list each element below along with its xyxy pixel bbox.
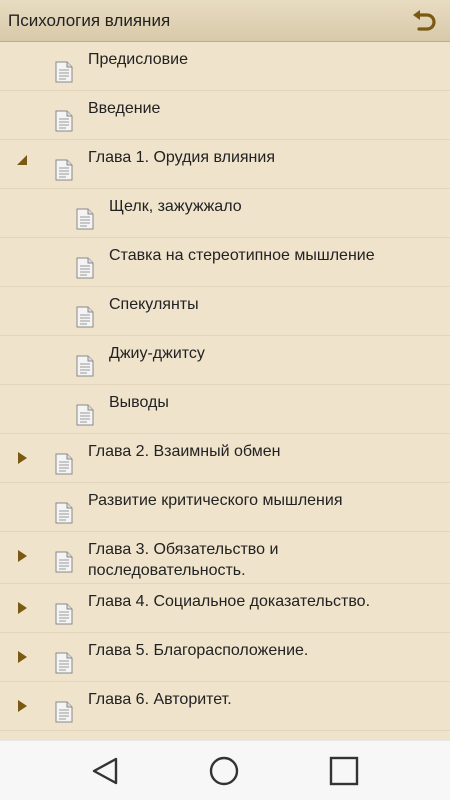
system-nav-bar xyxy=(0,740,450,800)
document-icon xyxy=(55,61,73,83)
list-item[interactable]: Щелк, зажужжало xyxy=(0,189,450,238)
document-icon xyxy=(55,551,73,573)
collapsed-triangle-icon[interactable] xyxy=(15,549,29,563)
document-icon xyxy=(55,159,73,181)
document-icon xyxy=(55,701,73,723)
nav-back-button[interactable] xyxy=(88,753,124,789)
collapsed-triangle-icon[interactable] xyxy=(15,601,29,615)
table-of-contents: Предисловие Введение Глава 1. Орудия влиян… xyxy=(0,42,450,740)
list-item-label: Глава 5. Благорасположение. xyxy=(88,642,309,659)
back-button[interactable] xyxy=(410,7,440,35)
app-title: Психология влияния xyxy=(8,11,171,30)
nav-recents-button[interactable] xyxy=(326,753,362,789)
list-item[interactable]: Глава 1. Орудия влияния xyxy=(0,140,450,189)
expanded-triangle-icon[interactable] xyxy=(15,153,29,167)
list-item-label: Глава 1. Орудия влияния xyxy=(88,149,275,166)
document-icon xyxy=(55,502,73,524)
list-item-label: Глава 3. Обязательство и последовательно… xyxy=(88,541,279,579)
list-item[interactable]: Ставка на стереотипное мышление xyxy=(0,238,450,287)
nav-home-icon xyxy=(209,756,239,786)
document-icon xyxy=(55,652,73,674)
collapsed-triangle-icon[interactable] xyxy=(15,451,29,465)
list-item-label: Глава 2. Взаимный обмен xyxy=(88,443,281,460)
list-item-label: Предисловие xyxy=(88,51,188,68)
back-arrow-icon xyxy=(413,10,436,31)
list-item[interactable]: Джиу-джитсу xyxy=(0,336,450,385)
document-icon xyxy=(76,208,94,230)
document-icon xyxy=(55,453,73,475)
document-icon xyxy=(76,257,94,279)
toolbar: Психология влияния xyxy=(0,0,450,42)
list-item-label: Выводы xyxy=(109,394,169,411)
list-item-label: Ставка на стереотипное мышление xyxy=(109,247,375,264)
list-item-label: Глава 6. Авторитет. xyxy=(88,691,232,708)
document-icon xyxy=(76,404,94,426)
document-icon xyxy=(55,603,73,625)
list-item[interactable]: Глава 5. Благорасположение. xyxy=(0,633,450,682)
nav-recents-icon xyxy=(329,756,359,786)
list-item[interactable]: Выводы xyxy=(0,385,450,434)
list-item[interactable]: Спекулянты xyxy=(0,287,450,336)
list-item-label: Спекулянты xyxy=(109,296,199,313)
nav-back-icon xyxy=(92,757,118,785)
list-item[interactable]: Глава 4. Социальное доказательство. xyxy=(0,584,450,633)
list-item-label: Введение xyxy=(88,100,161,117)
list-item-label: Джиу-джитсу xyxy=(109,345,205,362)
list-item[interactable]: Глава 2. Взаимный обмен xyxy=(0,434,450,483)
list-item-label: Развитие критического мышления xyxy=(88,492,343,509)
list-item-label: Глава 4. Социальное доказательство. xyxy=(88,593,371,610)
document-icon xyxy=(76,355,94,377)
list-item-label: Щелк, зажужжало xyxy=(109,198,242,215)
collapsed-triangle-icon[interactable] xyxy=(15,699,29,713)
document-icon xyxy=(76,306,94,328)
document-icon xyxy=(55,110,73,132)
list-item[interactable]: Глава 3. Обязательство и последовательно… xyxy=(0,532,450,584)
collapsed-triangle-icon[interactable] xyxy=(15,650,29,664)
list-item[interactable]: Предисловие xyxy=(0,42,450,91)
list-item[interactable]: Введение xyxy=(0,91,450,140)
list-item[interactable]: Глава 6. Авторитет. xyxy=(0,682,450,731)
nav-home-button[interactable] xyxy=(206,753,242,789)
list-item[interactable]: Развитие критического мышления xyxy=(0,483,450,532)
